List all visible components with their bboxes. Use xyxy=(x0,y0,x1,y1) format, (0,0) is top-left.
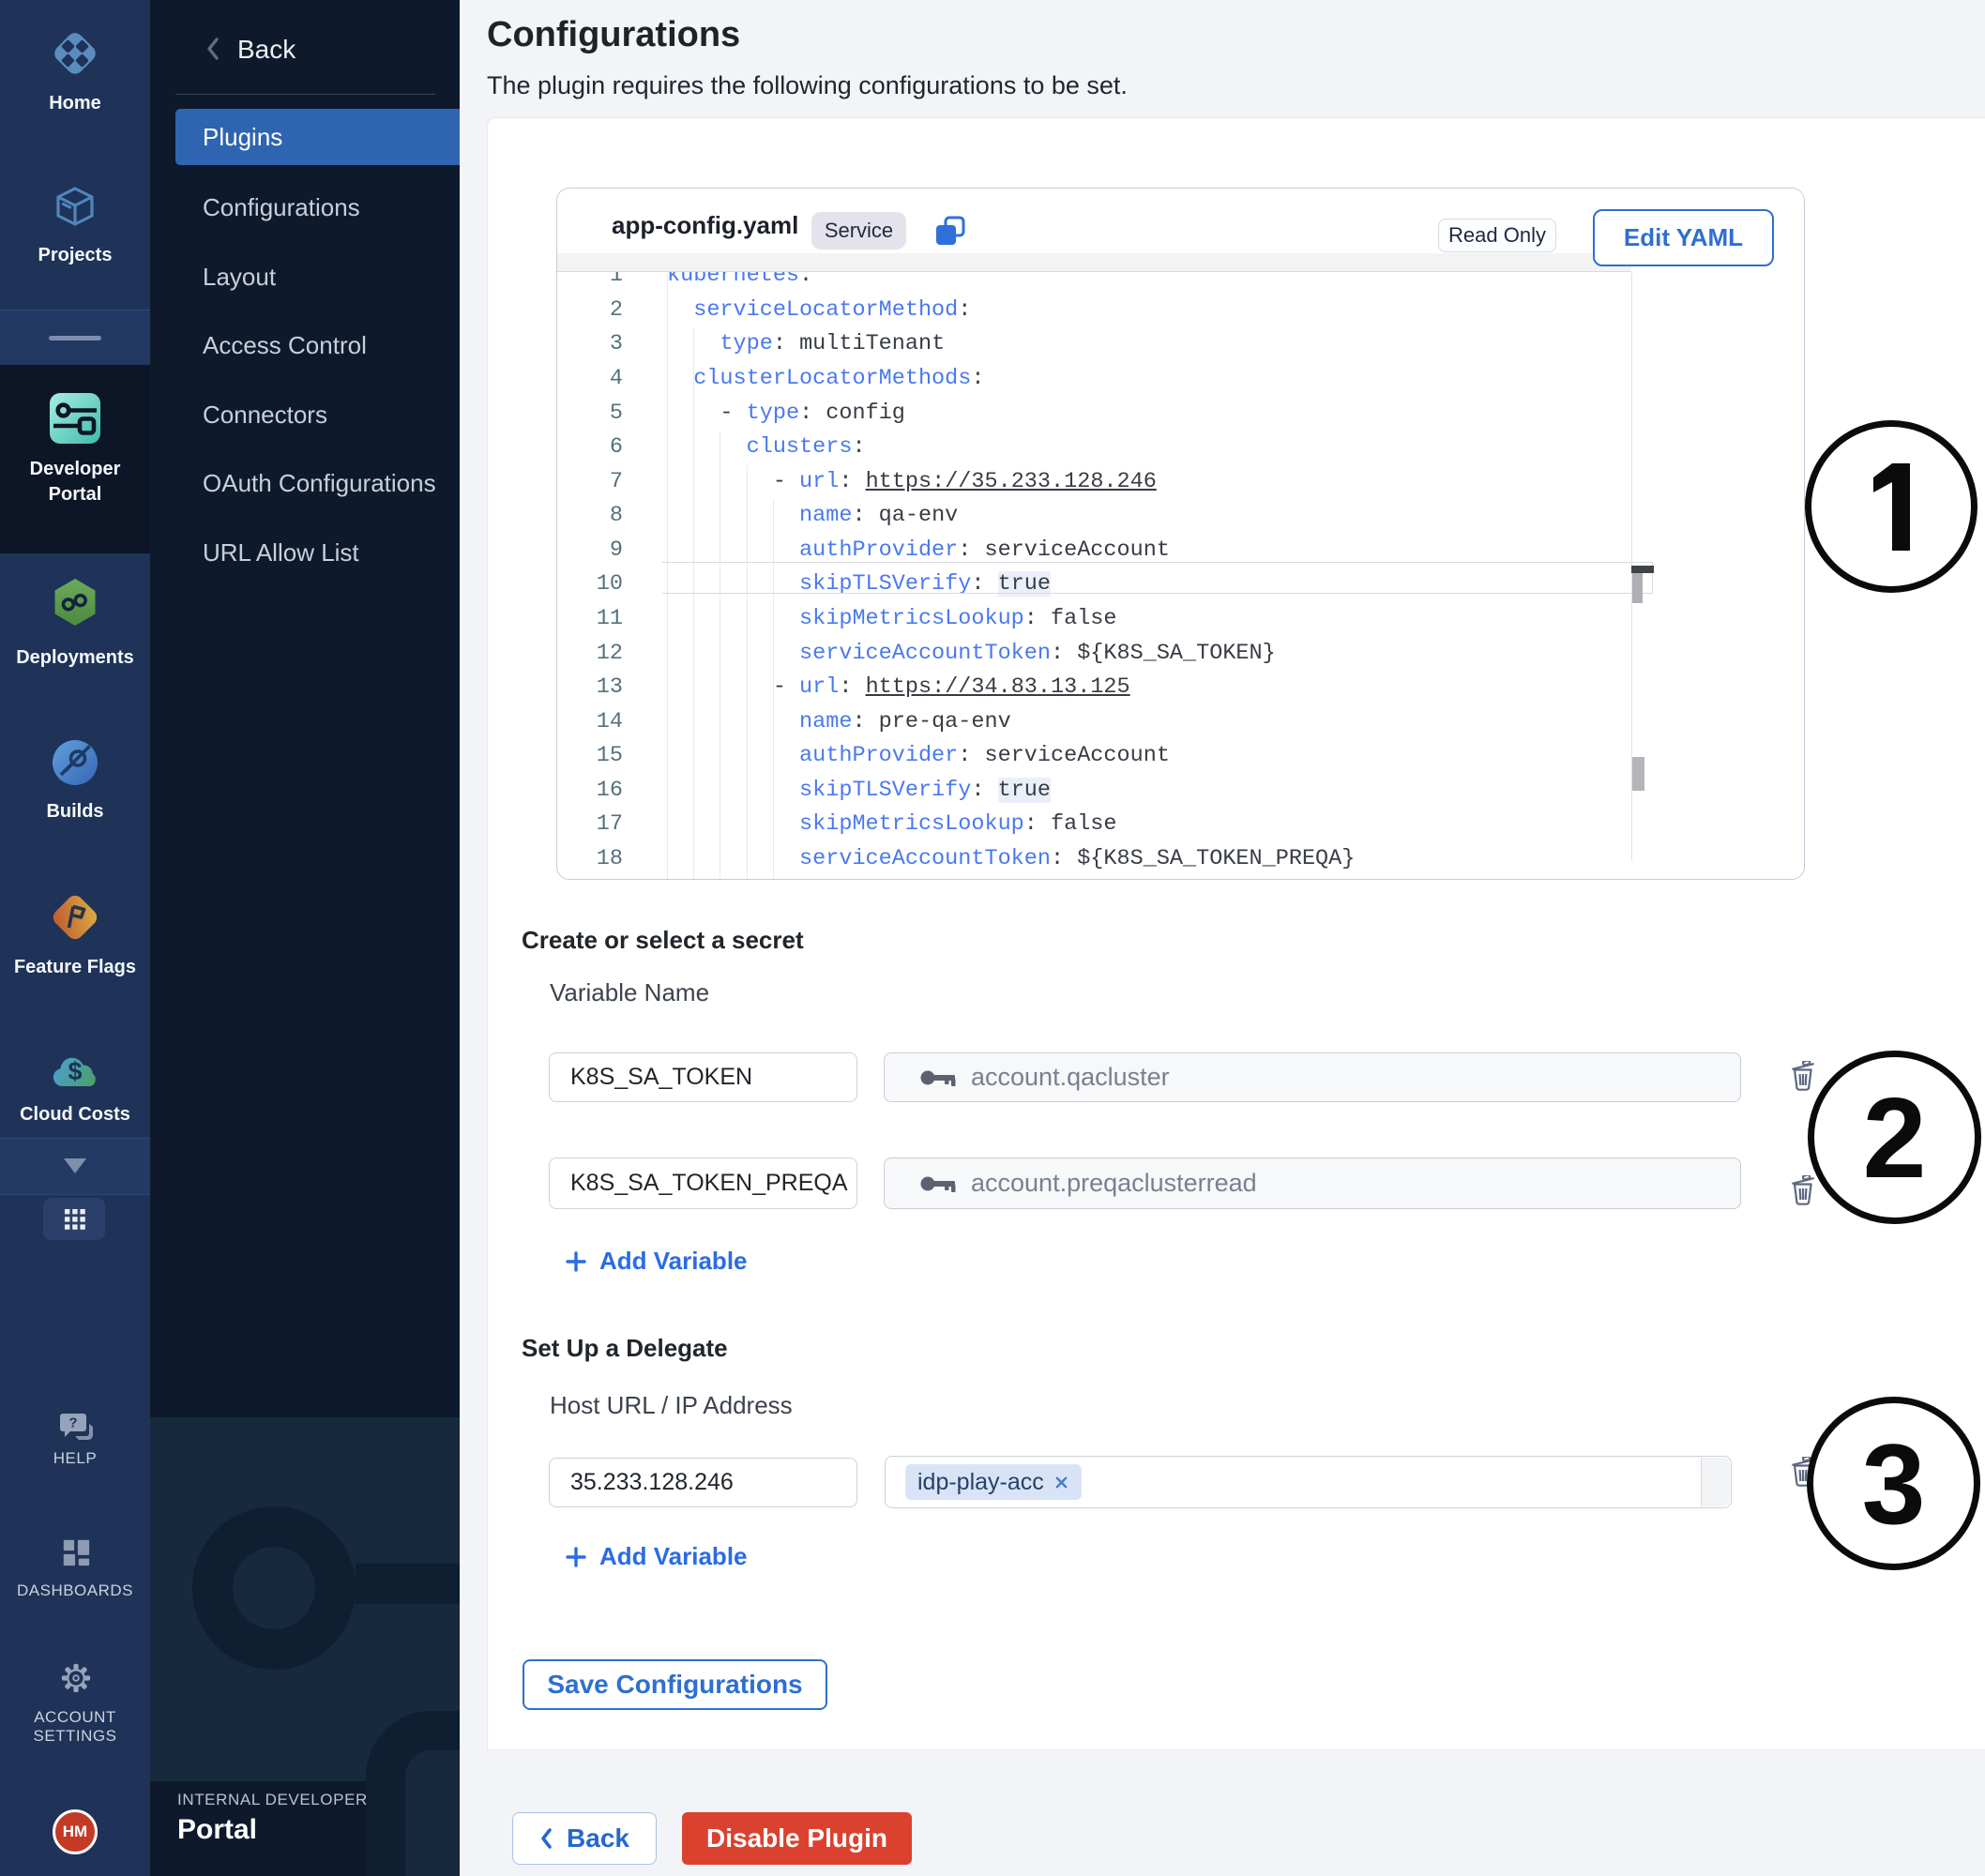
svg-text:$: $ xyxy=(68,1057,82,1085)
svg-text:?: ? xyxy=(68,1415,77,1431)
